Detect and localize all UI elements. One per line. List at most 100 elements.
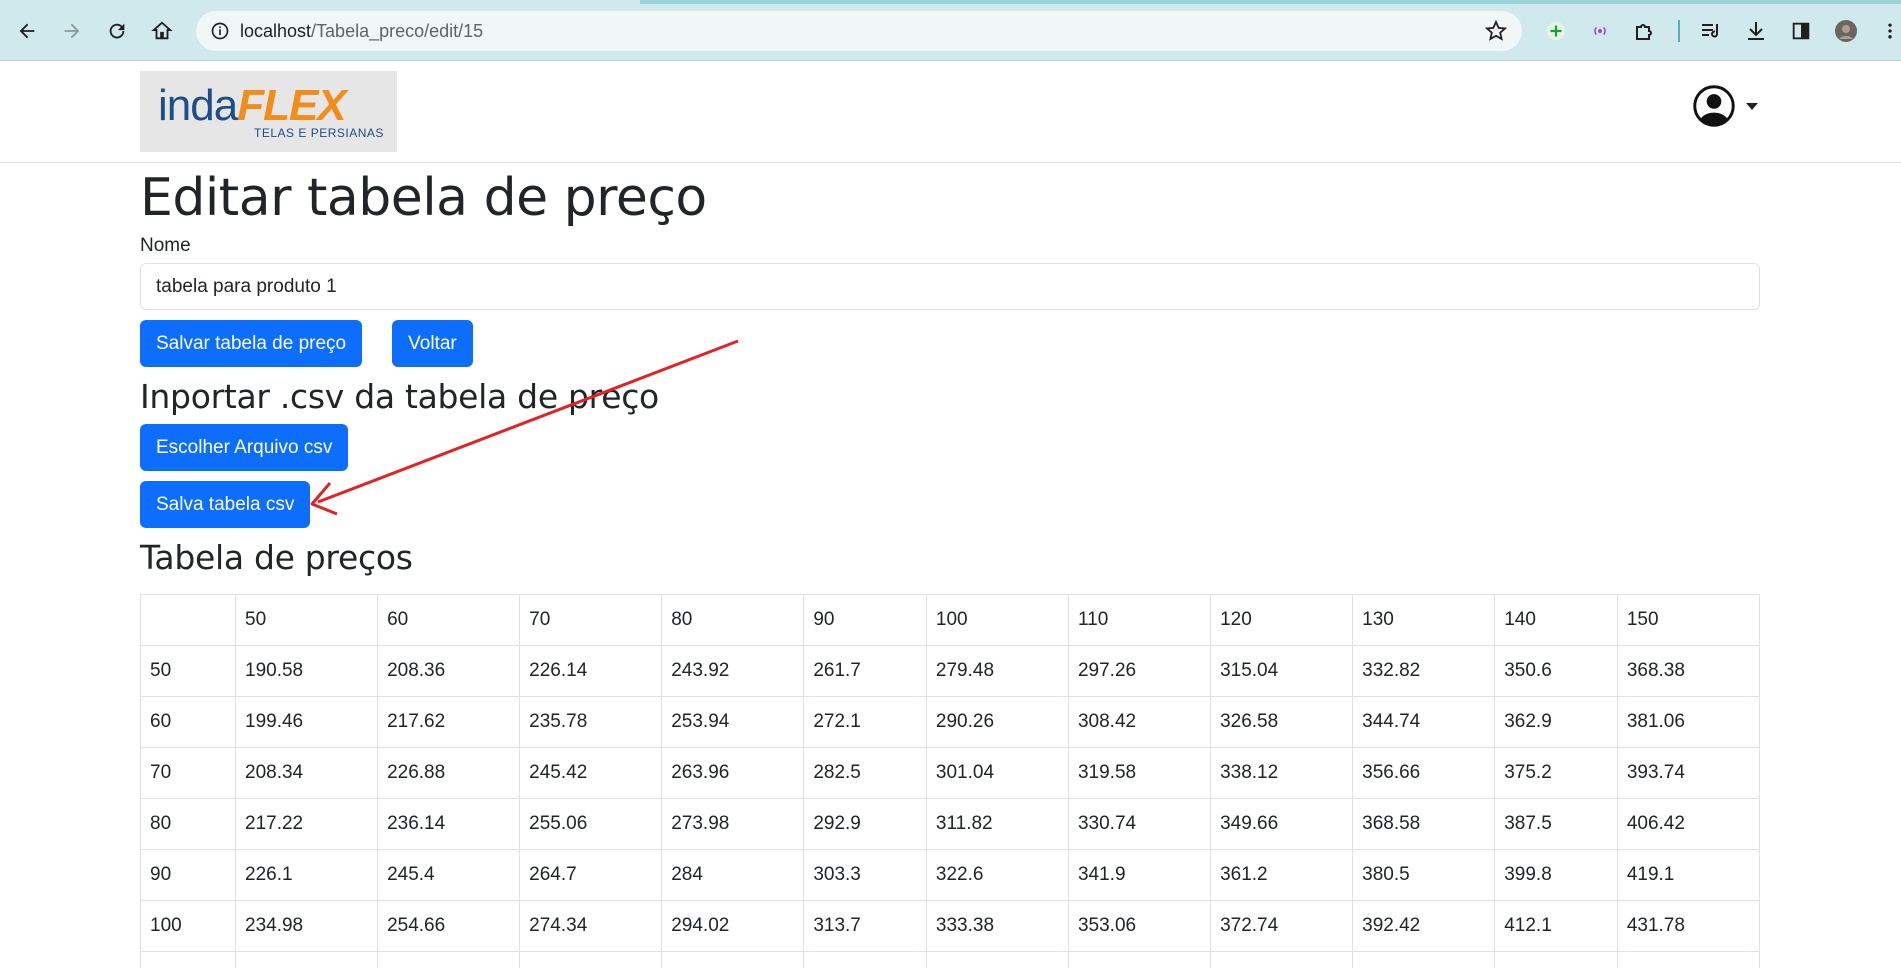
- table-cell: 353.06: [1067, 900, 1212, 952]
- table-cell: [803, 951, 927, 968]
- table-cell: 235.78: [519, 696, 663, 748]
- table-cell: 375.2: [1494, 747, 1618, 799]
- table-cell: 272.1: [803, 696, 927, 748]
- extension-cast-icon[interactable]: [1586, 17, 1614, 45]
- url-path: /Tabela_preco/edit/15: [311, 20, 484, 41]
- table-cell: 254.66: [377, 900, 521, 952]
- table-row: 90 226.1 245.4 264.7 284 303.3 322.6 341.9 361.2…: [140, 849, 1761, 901]
- chevron-down-icon: [1746, 102, 1758, 110]
- table-cell: 344.74: [1352, 696, 1496, 748]
- table-cell: 236.14: [377, 798, 521, 850]
- main-content: Editar tabela de preço Nome tabela para …: [140, 163, 1760, 577]
- address-bar[interactable]: localhost/Tabela_preco/edit/15: [196, 11, 1522, 51]
- info-icon: [211, 22, 229, 40]
- user-menu-dropdown[interactable]: [1692, 84, 1758, 128]
- table-cell: [519, 951, 663, 968]
- table-cell: 356.66: [1352, 747, 1496, 799]
- table-cell: 243.92: [661, 645, 805, 697]
- table-cell: 263.96: [661, 747, 805, 799]
- table-header-row: 50 60 70 80 90 100 110 120 130 140 150: [140, 594, 1761, 646]
- table-cell: 301.04: [925, 747, 1069, 799]
- choose-csv-file-button[interactable]: Escolher Arquivo csv: [140, 424, 349, 472]
- table-cell: 90: [140, 849, 236, 901]
- reading-list-icon[interactable]: [1697, 17, 1725, 45]
- table-header-cell: 60: [377, 594, 521, 646]
- table-cell: 290.26: [925, 696, 1069, 748]
- table-cell: 303.3: [803, 849, 927, 901]
- table-cell: 50: [140, 645, 236, 697]
- extension-add-icon[interactable]: [1542, 17, 1570, 45]
- table-cell: 294.02: [661, 900, 805, 952]
- table-cell: 217.22: [234, 798, 379, 850]
- arrow-left-icon: [19, 23, 35, 39]
- save-csv-table-button[interactable]: Salva tabela csv: [140, 481, 311, 529]
- home-button[interactable]: [145, 14, 179, 48]
- table-cell: 217.62: [377, 696, 521, 748]
- table-cell: 406.42: [1616, 798, 1761, 850]
- table-cell: [234, 951, 379, 968]
- table-cell: 284: [661, 849, 805, 901]
- page-title: Editar tabela de preço: [140, 168, 707, 228]
- table-cell: 350.6: [1494, 645, 1618, 697]
- table-cell: 361.2: [1210, 849, 1354, 901]
- table-cell: 199.46: [234, 696, 379, 748]
- table-cell: [1210, 951, 1354, 968]
- arrow-right-icon: [64, 23, 80, 39]
- table-cell: 368.58: [1352, 798, 1496, 850]
- table-cell: 419.1: [1616, 849, 1761, 901]
- back-button-page[interactable]: Voltar: [392, 320, 473, 368]
- side-panel-icon[interactable]: [1787, 17, 1815, 45]
- table-cell: 100: [140, 900, 236, 952]
- name-input[interactable]: tabela para produto 1: [140, 263, 1760, 311]
- table-cell: 261.7: [803, 645, 927, 697]
- profile-avatar-icon[interactable]: [1832, 17, 1860, 45]
- download-icon[interactable]: [1742, 17, 1770, 45]
- table-cell: 226.1: [234, 849, 379, 901]
- reload-icon: [109, 23, 125, 39]
- table-header-cell: 80: [661, 594, 805, 646]
- table-cell: 319.58: [1067, 747, 1212, 799]
- table-cell: 315.04: [1210, 645, 1354, 697]
- table-cell: 341.9: [1067, 849, 1212, 901]
- table-cell: 234.98: [234, 900, 379, 952]
- table-cell: 273.98: [661, 798, 805, 850]
- table-row: [140, 951, 1761, 968]
- bookmark-star-icon[interactable]: [1484, 19, 1508, 43]
- table-cell: 226.88: [377, 747, 521, 799]
- table-row: 50 190.58 208.36 226.14 243.92 261.7 279.48 297…: [140, 645, 1761, 697]
- table-cell: 393.74: [1616, 747, 1761, 799]
- table-cell: 308.42: [1067, 696, 1212, 748]
- table-cell: 264.7: [519, 849, 663, 901]
- table-header-cell: 150: [1616, 594, 1761, 646]
- site-header: indaFLEX TELAS E PERSIANAS: [0, 61, 1901, 163]
- table-cell: [377, 951, 521, 968]
- table-cell: 412.1: [1494, 900, 1618, 952]
- logo-tagline: TELAS E PERSIANAS: [254, 126, 384, 140]
- forward-button[interactable]: [55, 14, 89, 48]
- logo[interactable]: indaFLEX TELAS E PERSIANAS: [140, 71, 397, 152]
- extensions-puzzle-icon[interactable]: [1630, 17, 1658, 45]
- browser-menu-icon[interactable]: [1876, 17, 1901, 45]
- table-header-cell: 110: [1067, 594, 1212, 646]
- save-price-table-button[interactable]: Salvar tabela de preço: [140, 320, 363, 368]
- table-cell: [140, 951, 236, 968]
- table-cell: 372.74: [1210, 900, 1354, 952]
- table-cell: [1494, 951, 1618, 968]
- table-cell: 387.5: [1494, 798, 1618, 850]
- table-header-cell: 130: [1352, 594, 1496, 646]
- back-button[interactable]: [10, 14, 44, 48]
- reload-button[interactable]: [100, 14, 134, 48]
- table-cell: 80: [140, 798, 236, 850]
- table-cell: [1616, 951, 1761, 968]
- import-csv-heading: Inportar .csv da tabela de preço: [140, 377, 659, 417]
- table-cell: 311.82: [925, 798, 1069, 850]
- table-row: 70 208.34 226.88 245.42 263.96 282.5 301.04 319…: [140, 747, 1761, 799]
- site-info-button[interactable]: [200, 11, 240, 51]
- table-row: 80 217.22 236.14 255.06 273.98 292.9 311.82 330…: [140, 798, 1761, 850]
- table-cell: 381.06: [1616, 696, 1761, 748]
- table-cell: 274.34: [519, 900, 663, 952]
- table-cell: 431.78: [1616, 900, 1761, 952]
- table-header-cell: 90: [803, 594, 927, 646]
- table-cell: 208.34: [234, 747, 379, 799]
- table-cell: 392.42: [1352, 900, 1496, 952]
